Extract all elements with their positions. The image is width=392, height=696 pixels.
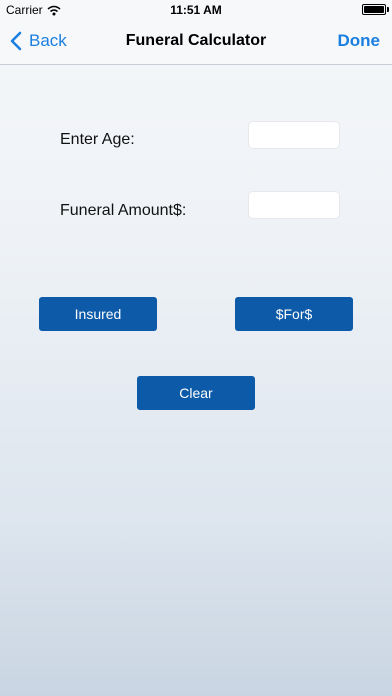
done-button[interactable]: Done — [338, 31, 381, 51]
battery-tip — [387, 7, 389, 12]
clear-button[interactable]: Clear — [137, 376, 255, 410]
for-button[interactable]: $For$ — [235, 297, 353, 331]
age-input[interactable] — [248, 121, 340, 149]
age-label: Enter Age: — [60, 131, 135, 148]
status-time: 11:51 AM — [170, 3, 222, 17]
top-bar: Carrier 11:51 AM Back Funeral Calculator… — [0, 0, 392, 65]
navigation-bar: Back Funeral Calculator Done — [0, 20, 392, 64]
funeral-amount-label: Funeral Amount$: — [60, 202, 187, 219]
battery-icon — [362, 4, 386, 15]
funeral-amount-input[interactable] — [248, 191, 340, 219]
page-title: Funeral Calculator — [125, 32, 267, 49]
insured-button[interactable]: Insured — [39, 297, 157, 331]
status-bar: Carrier 11:51 AM — [0, 0, 392, 20]
